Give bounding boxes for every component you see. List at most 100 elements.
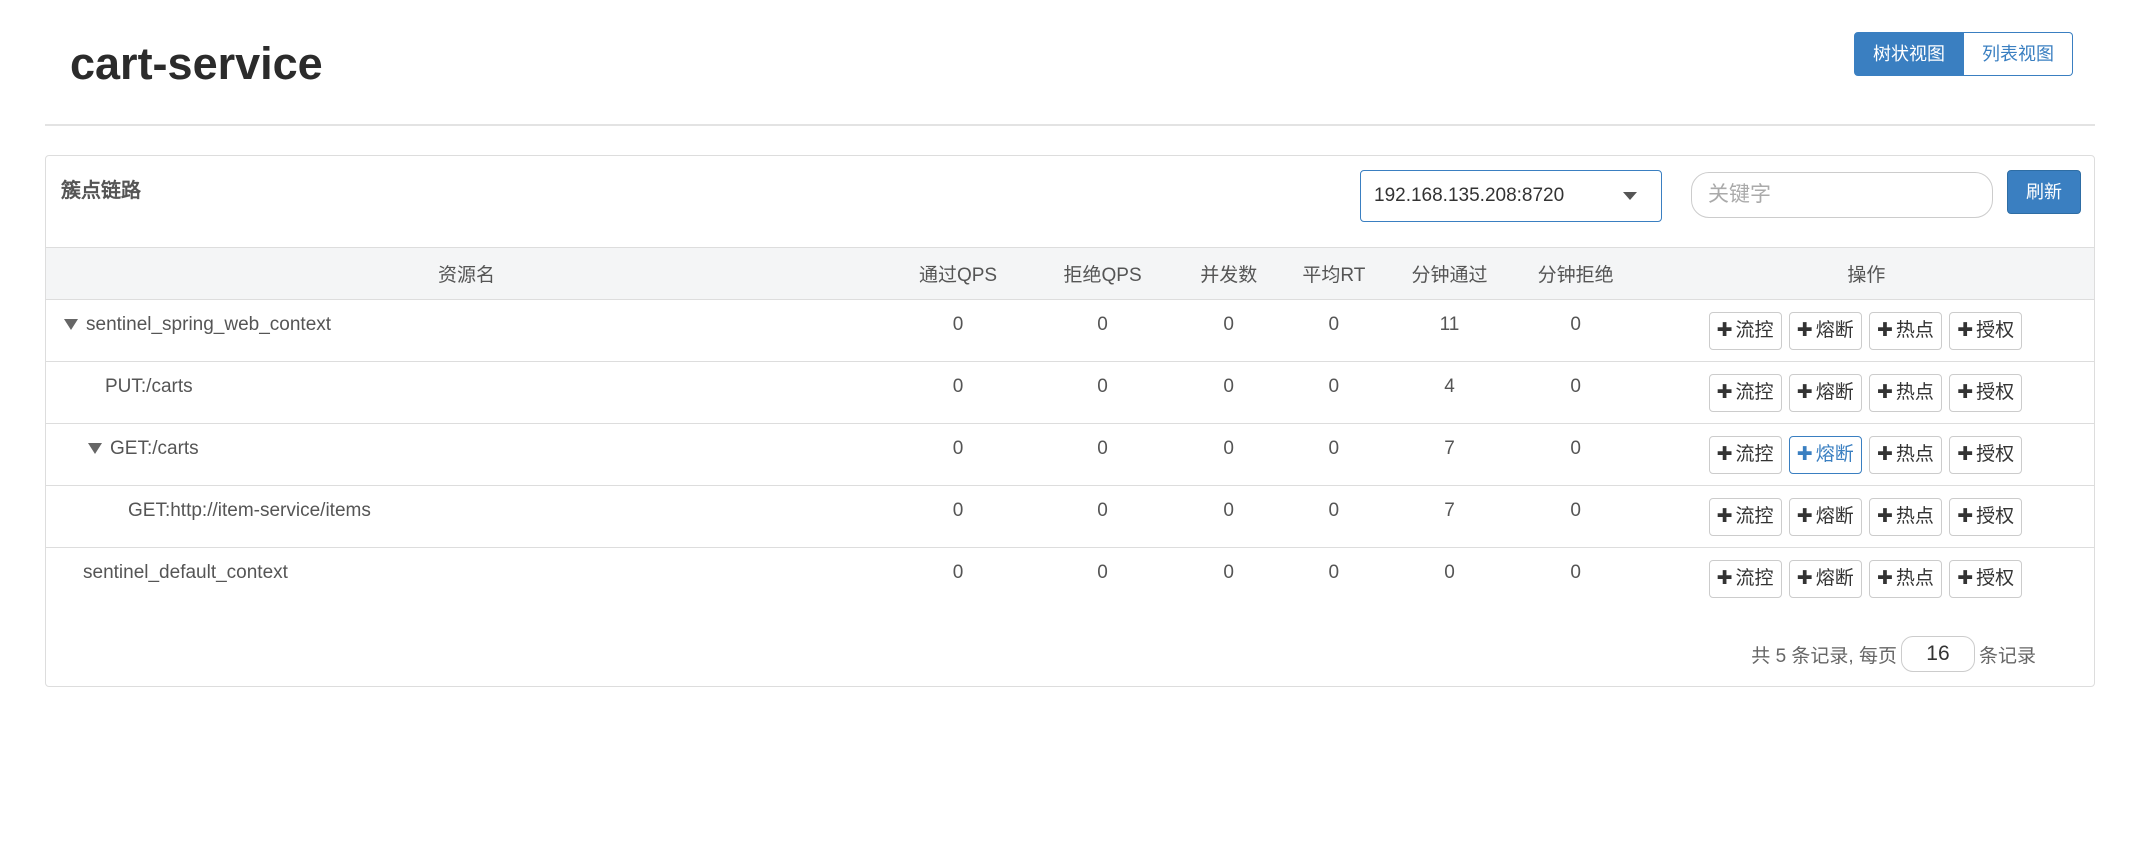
minute-block-cell: 0 bbox=[1570, 562, 1581, 583]
plus-icon: ✚ bbox=[1716, 506, 1733, 527]
add-degrade-rule-button[interactable]: ✚ 熔断 bbox=[1788, 374, 1862, 412]
hotspot-label: 热点 bbox=[1895, 444, 1934, 465]
avg-rt-cell: 0 bbox=[1328, 562, 1340, 583]
minute-pass-cell: 11 bbox=[1386, 299, 1513, 362]
degrade-label: 熔断 bbox=[1815, 444, 1854, 465]
plus-icon: ✚ bbox=[1877, 506, 1893, 527]
hotspot-label: 热点 bbox=[1895, 320, 1934, 341]
table-header-row: 资源名 通过QPS 拒绝QPS 并发数 平均RT 分钟通过 分钟拒绝 操作 bbox=[46, 247, 2094, 300]
tree-view-button[interactable]: 树状视图 bbox=[1854, 32, 1964, 76]
add-authority-rule-button[interactable]: ✚ 授权 bbox=[1949, 560, 2023, 598]
plus-icon: ✚ bbox=[1796, 506, 1813, 527]
add-degrade-rule-button[interactable]: ✚ 熔断 bbox=[1788, 498, 1862, 536]
add-hotspot-rule-button[interactable]: ✚ 热点 bbox=[1869, 374, 1942, 412]
plus-icon: ✚ bbox=[1716, 444, 1733, 465]
add-authority-rule-button[interactable]: ✚ 授权 bbox=[1949, 312, 2023, 350]
threads-cell: 0 bbox=[1176, 485, 1282, 548]
plus-icon: ✚ bbox=[1957, 568, 1974, 589]
keyword-search-input[interactable] bbox=[1691, 172, 1993, 218]
actions-cell: ✚ 流控 ✚ 熔断 ✚ 热点 ✚ 授权 bbox=[1639, 548, 2094, 610]
plus-icon: ✚ bbox=[1716, 320, 1733, 341]
column-header-block-qps: 拒绝QPS bbox=[1028, 247, 1177, 300]
authority-label: 授权 bbox=[1976, 382, 2015, 403]
resource-name: GET:/carts bbox=[110, 438, 199, 459]
column-header-pass-qps: 通过QPS bbox=[887, 247, 1029, 300]
flow-label: 流控 bbox=[1735, 382, 1774, 403]
avg-rt-cell: 0 bbox=[1281, 423, 1387, 486]
resource-name-cell: GET:http://item-service/items bbox=[46, 485, 888, 548]
flow-label: 流控 bbox=[1735, 568, 1774, 589]
pass-qps-cell: 0 bbox=[952, 562, 964, 583]
pagination-info: 共 5 条记录, 每页 条记录 bbox=[1751, 636, 2036, 672]
degrade-label: 熔断 bbox=[1815, 320, 1854, 341]
pass-qps-cell: 0 bbox=[887, 299, 1029, 362]
add-authority-rule-button[interactable]: ✚ 授权 bbox=[1949, 374, 2023, 412]
expand-triangle-icon[interactable] bbox=[88, 443, 102, 455]
table-row: sentinel_default_context 0 0 0 0 0 0 ✚ 流控… bbox=[46, 548, 2094, 610]
add-flow-rule-button[interactable]: ✚ 流控 bbox=[1708, 312, 1782, 350]
minute-pass-cell: 0 bbox=[1444, 562, 1455, 583]
machine-select-value: 192.168.135.208:8720 bbox=[1374, 185, 1565, 206]
authority-label: 授权 bbox=[1976, 568, 2015, 589]
flow-label: 流控 bbox=[1735, 506, 1774, 527]
plus-icon: ✚ bbox=[1796, 320, 1813, 341]
authority-label: 授权 bbox=[1976, 444, 2015, 465]
hotspot-label: 热点 bbox=[1895, 506, 1934, 527]
add-flow-rule-button[interactable]: ✚ 流控 bbox=[1708, 498, 1782, 536]
resource-table: 资源名 通过QPS 拒绝QPS 并发数 平均RT 分钟通过 分钟拒绝 操作 se… bbox=[46, 247, 2094, 610]
table-row: PUT:/carts 0 0 0 0 4 0 ✚ 流控 ✚ 熔断 ✚ 热点 ✚ 授权 bbox=[46, 361, 2094, 424]
table-row: sentinel_spring_web_context 0 0 0 0 11 0… bbox=[46, 299, 2094, 362]
add-flow-rule-button[interactable]: ✚ 流控 bbox=[1708, 436, 1782, 474]
add-degrade-rule-button[interactable]: ✚ 熔断 bbox=[1788, 436, 1862, 474]
add-authority-rule-button[interactable]: ✚ 授权 bbox=[1949, 498, 2023, 536]
add-authority-rule-button[interactable]: ✚ 授权 bbox=[1949, 436, 2023, 474]
column-header-avg-rt: 平均RT bbox=[1281, 247, 1387, 300]
threads-cell: 0 bbox=[1176, 299, 1282, 362]
block-qps-cell: 0 bbox=[1028, 361, 1177, 424]
page-size-input[interactable] bbox=[1900, 636, 1975, 672]
authority-label: 授权 bbox=[1976, 506, 2015, 527]
threads-cell: 0 bbox=[1176, 423, 1282, 486]
add-degrade-rule-button[interactable]: ✚ 熔断 bbox=[1788, 312, 1862, 350]
block-qps-cell: 0 bbox=[1028, 423, 1177, 486]
add-degrade-rule-button[interactable]: ✚ 熔断 bbox=[1788, 560, 1862, 598]
resource-name: sentinel_default_context bbox=[83, 562, 288, 583]
minute-block-cell: 0 bbox=[1512, 299, 1639, 362]
threads-cell: 0 bbox=[1223, 562, 1234, 583]
minute-pass-cell: 4 bbox=[1386, 361, 1513, 424]
page-title: cart-service bbox=[70, 38, 323, 89]
minute-pass-cell: 7 bbox=[1386, 423, 1513, 486]
pagination-prefix: 共 5 条记录, 每页 bbox=[1751, 645, 1897, 667]
refresh-button[interactable]: 刷新 bbox=[2007, 170, 2081, 214]
add-hotspot-rule-button[interactable]: ✚ 热点 bbox=[1869, 560, 1942, 598]
resource-name: sentinel_spring_web_context bbox=[86, 314, 332, 335]
block-qps-cell: 0 bbox=[1028, 485, 1177, 548]
resource-name-cell: GET:/carts bbox=[46, 423, 888, 486]
avg-rt-cell: 0 bbox=[1281, 361, 1387, 424]
pass-qps-cell: 0 bbox=[887, 361, 1029, 424]
machine-select[interactable]: 192.168.135.208:8720 bbox=[1360, 170, 1662, 222]
hotspot-label: 热点 bbox=[1895, 382, 1934, 403]
resource-name-cell: PUT:/carts bbox=[46, 361, 888, 424]
minute-pass-cell: 7 bbox=[1386, 485, 1513, 548]
minute-block-cell: 0 bbox=[1512, 361, 1639, 424]
pass-qps-cell: 0 bbox=[887, 423, 1029, 486]
avg-rt-cell: 0 bbox=[1281, 299, 1387, 362]
page-header: cart-service 树状视图 列表视图 bbox=[45, 0, 2095, 126]
add-hotspot-rule-button[interactable]: ✚ 热点 bbox=[1869, 498, 1942, 536]
add-hotspot-rule-button[interactable]: ✚ 热点 bbox=[1869, 312, 1942, 350]
plus-icon: ✚ bbox=[1957, 382, 1974, 403]
pagination-suffix: 条记录 bbox=[1978, 645, 2036, 667]
plus-icon: ✚ bbox=[1716, 382, 1733, 403]
plus-icon: ✚ bbox=[1796, 382, 1813, 403]
plus-icon: ✚ bbox=[1877, 568, 1893, 589]
flow-label: 流控 bbox=[1735, 320, 1774, 341]
add-flow-rule-button[interactable]: ✚ 流控 bbox=[1708, 374, 1782, 412]
list-view-button[interactable]: 列表视图 bbox=[1964, 32, 2073, 76]
add-hotspot-rule-button[interactable]: ✚ 热点 bbox=[1869, 436, 1942, 474]
resource-name: GET:http://item-service/items bbox=[128, 500, 371, 521]
actions-cell: ✚ 流控 ✚ 熔断 ✚ 热点 ✚ 授权 bbox=[1638, 299, 2094, 362]
add-flow-rule-button[interactable]: ✚ 流控 bbox=[1708, 560, 1782, 598]
degrade-label: 熔断 bbox=[1815, 506, 1854, 527]
expand-triangle-icon[interactable] bbox=[64, 319, 78, 331]
